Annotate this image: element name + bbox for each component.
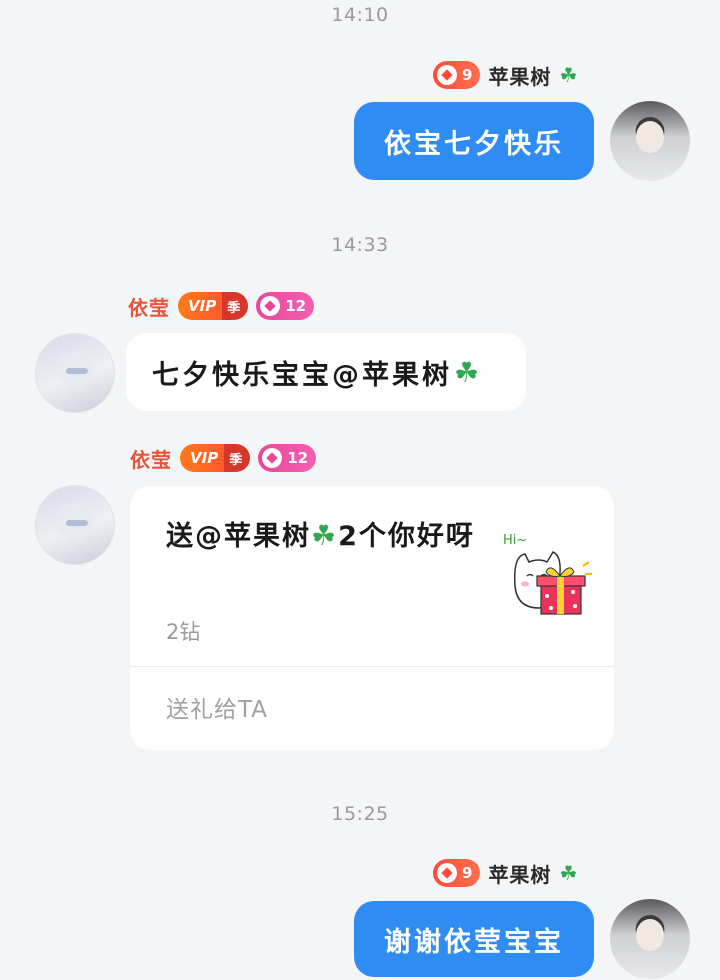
gift-message-tail: 2个你好呀: [338, 521, 475, 552]
level-number: 9: [462, 66, 473, 84]
diamond-level-icon: [437, 65, 457, 85]
diamond-level-icon: [262, 448, 283, 468]
message-text: 依宝七夕快乐: [384, 128, 564, 160]
sender-row-her: 依莹 VIP 季 12: [128, 291, 315, 321]
message-text: 七夕快乐宝宝@苹果树: [152, 359, 452, 391]
four-leaf-clover-icon: ☘: [559, 861, 578, 885]
timestamp: 15:25: [331, 803, 389, 825]
four-leaf-clover-icon: ☘: [559, 63, 578, 87]
message-bubble[interactable]: 依宝七夕快乐: [354, 102, 594, 180]
diamond-level-icon: [260, 296, 281, 316]
level-number: 9: [462, 864, 473, 882]
vip-season: 季: [222, 292, 249, 320]
timestamp: 14:10: [331, 4, 389, 26]
message-text: 谢谢依莹宝宝: [384, 926, 564, 958]
gift-card[interactable]: 送@苹果树☘2个你好呀 Hi~ 2钻 送礼给TA: [130, 486, 614, 750]
sender-row-her: 依莹 VIP 季 12: [130, 443, 317, 473]
level-badge: 9: [433, 859, 481, 887]
avatar[interactable]: [610, 899, 690, 979]
gift-price: 2钻: [166, 620, 201, 644]
message-bubble[interactable]: 七夕快乐宝宝@苹果树 ☘: [126, 333, 526, 411]
message-bubble[interactable]: 谢谢依莹宝宝: [354, 901, 594, 977]
avatar[interactable]: [35, 333, 115, 413]
vip-badge: VIP 季: [178, 292, 249, 320]
sticker-hi-text: Hi~: [503, 533, 527, 548]
sender-name[interactable]: 依莹: [130, 444, 172, 473]
vip-label: VIP: [178, 292, 223, 320]
sender-name[interactable]: 苹果树: [488, 859, 551, 888]
divider: [130, 666, 614, 667]
sender-row-me: 9 苹果树 ☘: [433, 60, 577, 90]
sender-row-me: 9 苹果树 ☘: [433, 858, 577, 888]
send-gift-button[interactable]: 送礼给TA: [166, 690, 268, 724]
four-leaf-clover-icon: ☘: [454, 355, 483, 389]
sender-name[interactable]: 苹果树: [488, 61, 551, 90]
diamond-level-icon: [437, 863, 457, 883]
gift-message: 送@苹果树☘2个你好呀: [166, 514, 486, 559]
cat-gift-sticker: Hi~: [503, 533, 592, 615]
sender-name[interactable]: 依莹: [128, 292, 170, 321]
vip-season: 季: [224, 444, 251, 472]
level-number: 12: [285, 297, 307, 315]
timestamp: 14:33: [331, 234, 389, 256]
four-leaf-clover-icon: ☘: [311, 519, 339, 552]
avatar[interactable]: [35, 485, 115, 565]
avatar[interactable]: [610, 101, 690, 181]
vip-label: VIP: [180, 444, 225, 472]
level-badge: 9: [433, 61, 481, 89]
gift-message-head: 送@苹果树: [166, 521, 311, 552]
level-badge: 12: [258, 444, 317, 472]
level-badge: 12: [256, 292, 315, 320]
vip-badge: VIP 季: [180, 444, 251, 472]
level-number: 12: [287, 449, 309, 467]
